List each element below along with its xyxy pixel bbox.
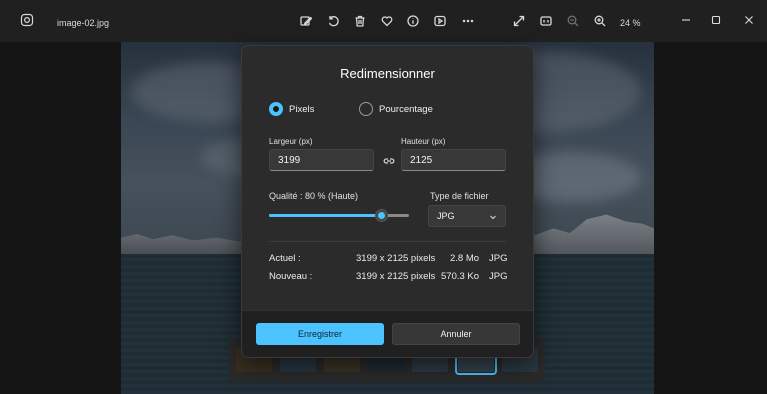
chevron-down-icon — [489, 213, 497, 221]
more-icon[interactable] — [461, 14, 475, 28]
town-right — [514, 214, 654, 256]
height-label: Hauteur (px) — [401, 137, 446, 146]
maximize-button[interactable] — [708, 12, 724, 28]
width-input[interactable] — [269, 149, 374, 171]
edit-image-icon[interactable] — [299, 14, 313, 28]
slideshow-icon[interactable] — [433, 14, 447, 28]
filetype-label: Type de fichier — [430, 191, 489, 201]
quality-slider[interactable] — [269, 209, 409, 222]
radio-pixels[interactable]: Pixels — [269, 101, 314, 117]
delete-icon[interactable] — [353, 14, 367, 28]
photos-app-icon — [20, 13, 34, 27]
cancel-button[interactable]: Annuler — [392, 323, 520, 345]
new-format: JPG — [489, 271, 508, 282]
radio-unselected-icon — [359, 102, 373, 116]
zoom-level: 24 % — [620, 18, 641, 28]
quality-slider-thumb[interactable] — [375, 209, 388, 222]
filetype-value: JPG — [437, 211, 455, 221]
aspect-ratio-link-icon[interactable] — [383, 155, 395, 167]
quality-label: Qualité : 80 % (Haute) — [269, 191, 359, 201]
favorite-icon[interactable] — [380, 14, 394, 28]
fullscreen-icon[interactable] — [512, 14, 526, 28]
info-icon[interactable] — [406, 14, 420, 28]
title-bar: image-02.jpg 24 % — [0, 0, 767, 42]
dialog-title: Redimensionner — [340, 66, 435, 81]
save-button[interactable]: Enregistrer — [256, 323, 384, 345]
current-dimensions: 3199 x 2125 pixels — [356, 253, 436, 264]
dialog-footer: Enregistrer Annuler — [242, 310, 533, 357]
zoom-out-icon[interactable] — [566, 14, 580, 28]
new-label: Nouveau : — [269, 271, 313, 282]
radio-pixels-label: Pixels — [289, 103, 315, 115]
radio-selected-icon — [269, 102, 283, 116]
actual-size-icon[interactable] — [539, 14, 553, 28]
close-button[interactable] — [741, 12, 757, 28]
new-dimensions: 3199 x 2125 pixels — [356, 271, 436, 282]
radio-percentage[interactable]: Pourcentage — [359, 101, 433, 117]
current-size: 2.8 Mo — [450, 253, 480, 264]
height-input[interactable] — [401, 149, 506, 171]
zoom-in-icon[interactable] — [593, 14, 607, 28]
divider — [269, 241, 506, 242]
minimize-button[interactable] — [678, 12, 694, 28]
resize-dialog: Redimensionner Pixels Pourcentage Largeu… — [241, 45, 534, 358]
current-label: Actuel : — [269, 253, 301, 264]
rotate-icon[interactable] — [326, 14, 340, 28]
filetype-select[interactable]: JPG — [428, 205, 506, 227]
current-format: JPG — [489, 253, 508, 264]
radio-percentage-label: Pourcentage — [379, 103, 433, 115]
width-label: Largeur (px) — [269, 137, 313, 146]
quality-slider-fill — [269, 214, 381, 217]
new-size: 570.3 Ko — [441, 271, 480, 282]
file-name: image-02.jpg — [57, 18, 110, 28]
